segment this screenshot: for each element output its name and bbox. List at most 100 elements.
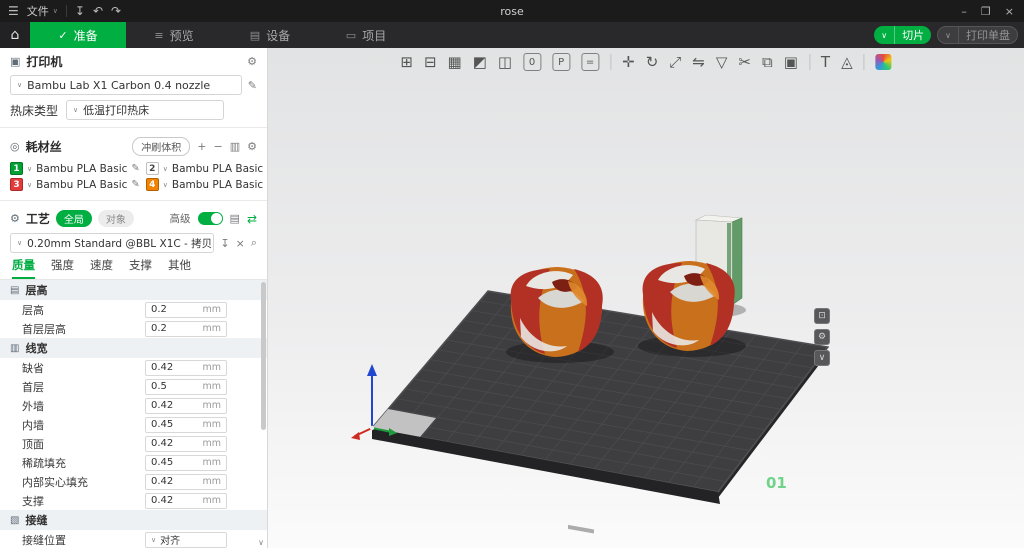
tab-prepare[interactable]: ✓ 准备 bbox=[30, 22, 126, 48]
3d-viewport[interactable]: ⊞ ⊟ ▦ ◩ ◫ 0 P = ✛ ↻ ⤢ ⇋ ▽ ✂ ⧉ ▣ T ◬ bbox=[268, 48, 1024, 548]
filament-spool-icon: ◎ bbox=[10, 140, 20, 153]
group-layer-height: ▤ 层高 bbox=[0, 280, 267, 300]
chevron-down-icon: ∨ bbox=[27, 165, 32, 173]
print-plate-button[interactable]: ∨ 打印单盘 bbox=[937, 26, 1018, 44]
text-tool-icon[interactable]: T bbox=[821, 53, 830, 71]
add-object-icon[interactable]: ⊞ bbox=[400, 53, 413, 71]
slice-dropdown-icon[interactable]: ∨ bbox=[874, 26, 895, 44]
param-input[interactable]: 0.42 mm bbox=[145, 360, 227, 376]
split-objects-icon[interactable]: ◫ bbox=[498, 53, 512, 71]
param-input[interactable]: 0.45 mm bbox=[145, 455, 227, 471]
tab-project-label: 项目 bbox=[362, 27, 386, 44]
remove-filament-icon[interactable]: − bbox=[214, 140, 223, 153]
tab-quality[interactable]: 质量 bbox=[12, 257, 35, 279]
param-unit: mm bbox=[202, 304, 221, 315]
param-input[interactable]: 0.45 mm bbox=[145, 417, 227, 433]
scroll-down-arrow[interactable]: ∨ bbox=[258, 538, 264, 547]
process-preset-select[interactable]: ∨ 0.20mm Standard @BBL X1C - 拷贝 bbox=[10, 233, 214, 253]
printer-settings-gear-icon[interactable]: ⚙ bbox=[247, 55, 257, 68]
group-title: 线宽 bbox=[25, 340, 47, 356]
scope-objects-badge[interactable]: 对象 bbox=[98, 210, 134, 227]
add-filament-icon[interactable]: + bbox=[197, 140, 206, 153]
edit-printer-icon[interactable]: ✎ bbox=[248, 79, 257, 92]
clone-icon[interactable]: ⧉ bbox=[762, 53, 773, 71]
move-icon[interactable]: ✛ bbox=[622, 53, 635, 71]
maximize-button[interactable]: ❐ bbox=[981, 5, 991, 18]
home-button[interactable]: ⌂ bbox=[0, 22, 30, 48]
param-value: 0.45 bbox=[151, 457, 173, 468]
params-table-icon[interactable]: ▤ bbox=[230, 212, 240, 225]
param-value: 0.42 bbox=[151, 476, 173, 487]
filament-color-chip[interactable]: 4 bbox=[146, 178, 159, 191]
minimize-button[interactable]: – bbox=[961, 5, 967, 18]
toggle-knob bbox=[211, 213, 222, 224]
filament-color-chip[interactable]: 2 bbox=[146, 162, 159, 175]
rotate-icon[interactable]: ↻ bbox=[646, 53, 659, 71]
support-paint-icon[interactable]: ◬ bbox=[841, 53, 853, 71]
compare-presets-icon[interactable]: ⇄ bbox=[247, 212, 257, 226]
filament-name: Bambu PLA Basic bbox=[172, 163, 263, 175]
save-preset-icon[interactable]: ↧ bbox=[220, 237, 229, 250]
chevron-down-icon: ∨ bbox=[17, 81, 22, 89]
lay-flat-icon[interactable]: ▽ bbox=[716, 53, 728, 71]
tab-support[interactable]: 支撑 bbox=[129, 257, 152, 279]
printer-select[interactable]: ∨ Bambu Lab X1 Carbon 0.4 nozzle bbox=[10, 75, 242, 95]
3d-scene[interactable]: 01 bbox=[268, 48, 1024, 548]
search-icon[interactable]: ⌕ bbox=[251, 236, 257, 250]
seam-position-select[interactable]: ∨ 对齐 bbox=[145, 532, 227, 548]
tab-strength[interactable]: 强度 bbox=[51, 257, 74, 279]
edit-filament-icon[interactable]: ✎ bbox=[131, 163, 139, 174]
sidebar-scrollbar-thumb[interactable] bbox=[261, 282, 266, 430]
param-input[interactable]: 0.2 mm bbox=[145, 302, 227, 318]
auto-arrange-icon[interactable]: ▦ bbox=[448, 53, 462, 71]
tab-project[interactable]: ▭ 项目 bbox=[318, 22, 414, 48]
plate-expand-button[interactable]: ∨ bbox=[814, 350, 830, 366]
seam-group-icon: ▧ bbox=[10, 515, 19, 526]
plate-lock-button[interactable]: ⊡ bbox=[814, 308, 830, 324]
layer-height-range-icon[interactable]: 0 bbox=[523, 53, 541, 71]
group-title: 层高 bbox=[25, 282, 47, 298]
toolbar-separator bbox=[864, 54, 865, 70]
filament-slot-3[interactable]: 3 ∨ Bambu PLA Basic ✎ bbox=[10, 178, 140, 191]
color-paint-icon[interactable] bbox=[876, 54, 892, 70]
tab-device[interactable]: ▤ 设备 bbox=[222, 22, 318, 48]
print-dropdown-icon[interactable]: ∨ bbox=[938, 27, 959, 43]
filament-slot-4[interactable]: 4 ∨ Bambu PLA Basic ✎ bbox=[146, 178, 268, 191]
filament-color-chip[interactable]: 1 bbox=[10, 162, 23, 175]
filament-slot-2[interactable]: 2 ∨ Bambu PLA Basic ✎ bbox=[146, 162, 268, 175]
filament-settings-gear-icon[interactable]: ⚙ bbox=[247, 140, 257, 153]
scale-icon[interactable]: ⤢ bbox=[669, 53, 681, 71]
add-plate-icon[interactable]: ⊟ bbox=[424, 53, 437, 71]
printer-name: Bambu Lab X1 Carbon 0.4 nozzle bbox=[27, 79, 210, 92]
assembly-view-icon[interactable]: ▣ bbox=[784, 53, 798, 71]
edit-filament-icon[interactable]: ✎ bbox=[131, 179, 139, 190]
cut-icon[interactable]: ✂ bbox=[738, 53, 751, 71]
ams-sync-icon[interactable]: ▥ bbox=[230, 140, 240, 153]
bed-type-select[interactable]: ∨ 低温打印热床 bbox=[66, 100, 224, 120]
printer-section-header: ▣ 打印机 ⚙ bbox=[0, 48, 267, 73]
advanced-toggle[interactable] bbox=[198, 212, 223, 225]
filament-slot-1[interactable]: 1 ∨ Bambu PLA Basic ✎ bbox=[10, 162, 140, 175]
tab-others[interactable]: 其他 bbox=[168, 257, 191, 279]
param-input[interactable]: 0.42 mm bbox=[145, 493, 227, 509]
param-input[interactable]: 0.5 mm bbox=[145, 379, 227, 395]
flush-volume-button[interactable]: 冲刷体积 bbox=[132, 137, 190, 156]
mirror-icon[interactable]: ⇋ bbox=[692, 53, 705, 71]
param-input[interactable]: 0.2 mm bbox=[145, 321, 227, 337]
param-input[interactable]: 0.42 mm bbox=[145, 398, 227, 414]
close-button[interactable]: × bbox=[1005, 5, 1014, 18]
auto-orient-icon[interactable]: ◩ bbox=[473, 53, 487, 71]
tab-preview[interactable]: ≡ 预览 bbox=[126, 22, 222, 48]
param-input[interactable]: 0.42 mm bbox=[145, 474, 227, 490]
slice-button[interactable]: ∨ 切片 bbox=[874, 26, 931, 44]
plate-params-icon[interactable]: P bbox=[552, 53, 570, 71]
scope-global-badge[interactable]: 全局 bbox=[56, 210, 92, 227]
tab-speed[interactable]: 速度 bbox=[90, 257, 113, 279]
filament-color-chip[interactable]: 3 bbox=[10, 178, 23, 191]
param-input[interactable]: 0.42 mm bbox=[145, 436, 227, 452]
plate-settings-button[interactable]: ⚙ bbox=[814, 329, 830, 345]
viewport-toolbar: ⊞ ⊟ ▦ ◩ ◫ 0 P = ✛ ↻ ⤢ ⇋ ▽ ✂ ⧉ ▣ T ◬ bbox=[400, 53, 891, 71]
param-value: 0.42 bbox=[151, 438, 173, 449]
object-list-icon[interactable]: = bbox=[581, 53, 599, 71]
clear-preset-icon[interactable]: × bbox=[236, 237, 245, 250]
